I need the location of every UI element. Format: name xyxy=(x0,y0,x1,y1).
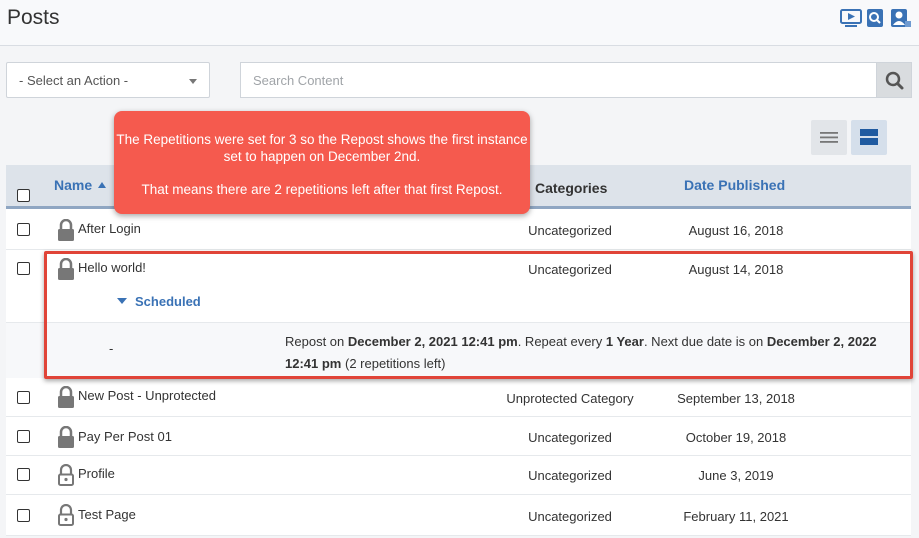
repeat-interval: 1 Year xyxy=(605,334,644,349)
row-checkbox[interactable] xyxy=(17,509,30,522)
date-column-header[interactable]: Date Published xyxy=(684,177,785,193)
table-row: After Login Uncategorized August 16, 201… xyxy=(6,211,911,250)
repost-date: December 2, 2021 12:41 pm xyxy=(347,334,518,349)
row-checkbox[interactable] xyxy=(17,468,30,481)
annotation-callout: The Repetitions were set for 3 so the Re… xyxy=(114,111,530,214)
post-name[interactable]: Pay Per Post 01 xyxy=(78,429,172,444)
caret-down-icon xyxy=(117,298,127,304)
post-date: August 16, 2018 xyxy=(688,223,784,238)
post-category: Unprotected Category xyxy=(506,391,634,406)
scheduled-label: Scheduled xyxy=(135,294,201,309)
table-row: New Post - Unprotected Unprotected Categ… xyxy=(6,378,911,417)
categories-column-header: Categories xyxy=(535,180,608,196)
post-date: October 19, 2018 xyxy=(685,430,787,445)
table-row: Pay Per Post 01 Uncategorized October 19… xyxy=(6,417,911,456)
list-view-button[interactable] xyxy=(811,120,847,155)
scheduled-toggle[interactable]: Scheduled xyxy=(117,294,201,309)
unlocked-lock-icon xyxy=(58,504,74,526)
name-column-header[interactable]: Name xyxy=(54,177,107,193)
callout-line-1: The Repetitions were set for 3 so the Re… xyxy=(116,132,528,164)
post-date: June 3, 2019 xyxy=(698,468,774,483)
action-select-value: - Select an Action - xyxy=(19,73,129,88)
table-row: Test Page Uncategorized February 11, 202… xyxy=(6,495,911,536)
page-title: Posts xyxy=(7,6,60,29)
post-date: August 14, 2018 xyxy=(688,262,784,277)
lock-icon xyxy=(58,426,74,448)
row-checkbox[interactable] xyxy=(17,262,30,275)
action-select[interactable]: - Select an Action - xyxy=(6,62,210,98)
post-date: September 13, 2018 xyxy=(677,391,795,406)
post-category: Uncategorized xyxy=(528,430,612,445)
post-date: February 11, 2021 xyxy=(683,509,789,524)
list-view-icon xyxy=(820,132,838,143)
table-view-icon xyxy=(860,129,878,145)
page-header: Posts xyxy=(0,0,919,46)
post-name[interactable]: Hello world! xyxy=(78,260,146,275)
callout-line-2: That means there are 2 repetitions left … xyxy=(141,182,503,197)
repost-prefix: Repost on xyxy=(285,334,348,349)
lock-icon xyxy=(58,258,74,280)
post-category: Uncategorized xyxy=(528,468,612,483)
post-category: Uncategorized xyxy=(528,223,612,238)
row-checkbox[interactable] xyxy=(17,391,30,404)
sort-ascending-icon xyxy=(98,182,107,188)
post-name[interactable]: After Login xyxy=(78,221,141,236)
schedule-dash: - xyxy=(109,341,114,356)
chevron-down-icon xyxy=(189,79,197,84)
post-category: Uncategorized xyxy=(528,509,612,524)
next-prefix: . Next due date is on xyxy=(643,334,767,349)
posts-table: Name Categories Date Published After Log… xyxy=(6,165,911,536)
table-row: Profile Uncategorized June 3, 2019 xyxy=(6,456,911,495)
search-input[interactable] xyxy=(240,62,876,98)
repetitions-left: (2 repetitions left) xyxy=(341,356,446,371)
unlocked-lock-icon xyxy=(58,464,74,486)
user-profile-icon[interactable] xyxy=(890,8,912,28)
video-icon[interactable] xyxy=(840,8,862,28)
row-checkbox[interactable] xyxy=(17,430,30,443)
post-category: Uncategorized xyxy=(528,262,612,277)
repost-schedule-text: Repost on December 2, 2021 12:41 pm. Rep… xyxy=(285,331,905,375)
lock-icon xyxy=(58,219,74,241)
name-column-label: Name xyxy=(54,177,93,193)
search-icon xyxy=(885,71,904,90)
table-view-button[interactable] xyxy=(851,120,887,155)
select-all-checkbox[interactable] xyxy=(17,189,30,202)
post-name[interactable]: Profile xyxy=(78,466,115,481)
post-name[interactable]: New Post - Unprotected xyxy=(78,388,216,403)
post-name[interactable]: Test Page xyxy=(78,507,136,522)
row-checkbox[interactable] xyxy=(17,223,30,236)
search-button[interactable] xyxy=(876,62,912,98)
search-document-icon[interactable] xyxy=(866,8,884,28)
lock-icon xyxy=(58,386,74,408)
repeat-prefix: . Repeat every xyxy=(517,334,606,349)
